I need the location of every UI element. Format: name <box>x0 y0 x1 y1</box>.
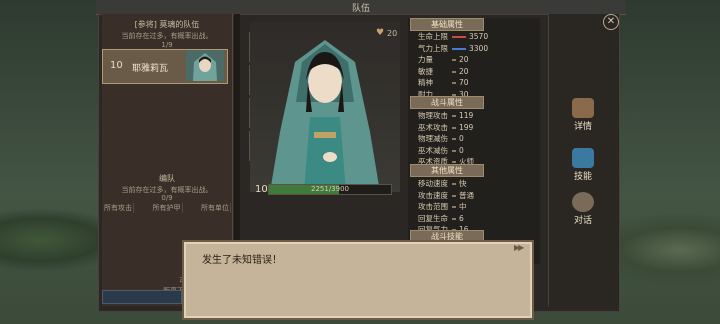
roster-subtitle: 当前存在过多，有概率出战。 <box>121 32 213 40</box>
basic-stat-value: 70 <box>459 78 469 87</box>
combat-stat-value: 0 <box>459 134 464 143</box>
other-stat-value: 中 <box>459 202 467 211</box>
chat-label: 对话 <box>573 216 592 226</box>
formation-title: 编队 <box>159 174 175 183</box>
other-stat-row: 移动速度 快 <box>418 178 467 189</box>
other-stats-header: 其他属性 <box>410 164 484 177</box>
combat-stats-header: 战斗属性 <box>410 96 484 109</box>
basic-stat-value: 3570 <box>469 32 489 41</box>
basic-stat-bar <box>452 36 466 38</box>
basic-stat-value: 20 <box>459 55 469 64</box>
combat-stat-row: 物理减伤 0 <box>418 133 464 144</box>
other-stat-value: 普通 <box>459 190 474 200</box>
roster-header: [参将] 莫璃的队伍 <box>134 20 200 29</box>
combat-stat-bar <box>452 161 456 163</box>
other-stat-row: 回复生命 6 <box>418 213 464 224</box>
basic-stat-row: 精神 70 <box>418 77 469 88</box>
other-stat-row: 攻击范围 中 <box>418 201 467 212</box>
other-stat-label: 攻击范围 <box>418 202 448 211</box>
recruit-button[interactable] <box>102 290 182 304</box>
xp-bar: 2251/3900 <box>268 184 392 195</box>
character-portrait <box>250 22 400 192</box>
basic-stat-value: 3300 <box>469 43 489 53</box>
basic-stat-value: 20 <box>459 66 469 76</box>
close-button[interactable]: ✕ <box>603 14 619 30</box>
other-stat-bar <box>452 217 456 220</box>
xp-text: 2251/3900 <box>311 185 349 193</box>
skills-label: 技能 <box>573 172 592 182</box>
combat-stat-label: 巫术攻击 <box>418 122 448 132</box>
combat-stat-label: 巫术减伤 <box>418 145 448 155</box>
combat-stat-bar <box>452 126 456 129</box>
skip-icon[interactable]: ▶▶ <box>514 243 524 252</box>
other-stat-label: 攻击速度 <box>418 190 448 200</box>
basic-stat-label: 气力上限 <box>418 43 448 53</box>
other-stat-value: 快 <box>459 179 467 188</box>
combat-stat-row: 巫术减伤 0 <box>418 145 464 156</box>
combat-stat-label: 物理攻击 <box>418 111 448 120</box>
filter-attack[interactable]: 所有攻击 <box>103 203 134 213</box>
basic-stat-label: 精神 <box>418 78 433 87</box>
other-stat-label: 移动速度 <box>418 179 448 188</box>
close-icon: ✕ <box>606 16 616 27</box>
member-avatar <box>186 50 224 81</box>
basic-stat-label: 力量 <box>418 55 433 64</box>
filter-armor[interactable]: 所有护甲 <box>152 203 183 213</box>
scroll-icon <box>572 98 594 118</box>
other-stat-label: 回复生命 <box>418 213 448 223</box>
flame-icon <box>572 148 594 168</box>
other-stat-row: 攻击速度 普通 <box>418 190 474 201</box>
other-stat-bar <box>452 206 456 208</box>
combat-stat-value: 199 <box>459 122 474 132</box>
filter-unit[interactable]: 所有单位 <box>200 203 231 213</box>
combat-stat-row: 物理攻击 119 <box>418 110 473 121</box>
basic-stat-row: 力量 20 <box>418 54 469 65</box>
basic-stat-row: 敏捷 20 <box>418 66 469 77</box>
affection-value: 20 <box>387 29 398 38</box>
details-label: 详情 <box>573 122 592 132</box>
details-button[interactable]: 详情 <box>566 98 600 132</box>
basic-stats-header: 基础属性 <box>410 18 484 31</box>
combat-stat-bar <box>452 115 456 117</box>
member-name: 耶雅莉瓦 <box>132 64 169 74</box>
character-level: 10 <box>255 184 268 195</box>
skills-button[interactable]: 技能 <box>566 148 600 182</box>
roster-count: 1/9 <box>161 41 173 49</box>
heart-icon: ♥ <box>376 28 385 38</box>
basic-stat-bar <box>452 70 456 73</box>
basic-stat-label: 生命上限 <box>418 32 448 41</box>
combat-stat-bar <box>452 149 456 152</box>
roster-filters: 所有攻击 所有护甲 所有单位 <box>103 203 231 213</box>
other-stat-value: 6 <box>459 213 464 223</box>
combat-stat-bar <box>452 138 456 140</box>
basic-stat-bar <box>452 59 456 61</box>
other-stat-bar <box>452 183 456 185</box>
dialog-message: 发生了未知错误！ <box>202 255 282 266</box>
basic-stat-bar <box>452 82 456 84</box>
basic-stat-row: 生命上限 3570 <box>418 31 488 42</box>
member-level: 10 <box>110 60 123 71</box>
chat-icon <box>572 192 594 212</box>
basic-stat-bar <box>452 47 466 50</box>
combat-stat-label: 物理减伤 <box>418 134 448 143</box>
combat-stat-value: 0 <box>459 145 464 155</box>
combat-stat-value: 119 <box>459 111 474 120</box>
basic-stat-row: 气力上限 3300 <box>418 43 488 54</box>
title-bar: 队伍 <box>96 0 626 15</box>
basic-stat-label: 敏捷 <box>418 66 433 76</box>
window-title: 队伍 <box>351 4 370 14</box>
other-stat-bar <box>452 194 456 197</box>
formation-count: 0/9 <box>161 194 173 202</box>
combat-stat-row: 巫术攻击 199 <box>418 122 473 133</box>
chat-button[interactable]: 对话 <box>566 192 600 226</box>
